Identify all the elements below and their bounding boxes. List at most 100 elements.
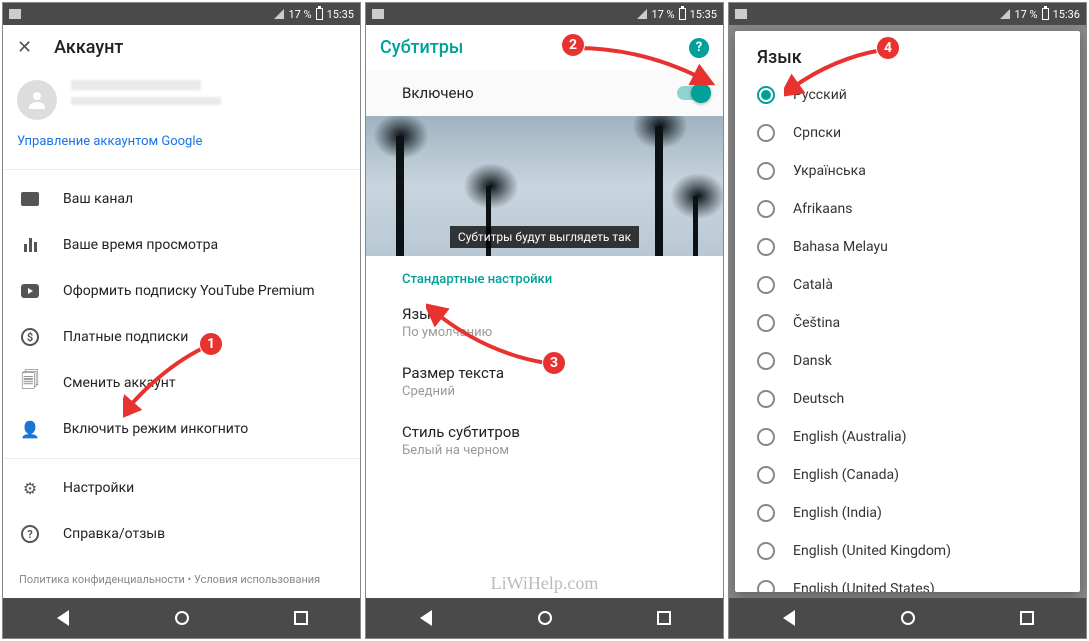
setting-title: Язык	[402, 305, 687, 323]
language-option[interactable]: Català	[735, 266, 1080, 304]
help-icon[interactable]: ?	[689, 38, 709, 58]
battery-text: 17 %	[1014, 8, 1037, 21]
setting-subtitle: Средний	[402, 384, 687, 399]
radio-icon	[757, 276, 775, 294]
menu-paid[interactable]: $ Платные подписки	[3, 314, 360, 360]
toggle-enabled-row[interactable]: Включено	[366, 70, 723, 116]
menu-help[interactable]: ? Справка/отзыв	[3, 511, 360, 557]
section-header: Стандартные настройки	[366, 256, 723, 295]
battery-icon	[316, 8, 323, 20]
nav-back-button[interactable]	[54, 609, 72, 627]
menu-switch-account[interactable]: 🗐 Сменить аккаунт	[3, 360, 360, 406]
label: Оформить подписку YouTube Premium	[63, 283, 314, 299]
page-title: Субтитры	[380, 37, 463, 58]
menu-watch-time[interactable]: Ваше время просмотра	[3, 222, 360, 268]
battery-text: 17 %	[288, 8, 311, 21]
setting-title: Стиль субтитров	[402, 423, 687, 441]
gear-icon: ⚙	[19, 477, 41, 499]
language-label: Dansk	[793, 353, 832, 369]
status-bar: 17 % 15:35	[366, 3, 723, 25]
divider	[3, 169, 360, 170]
battery-icon	[1042, 8, 1049, 20]
language-option[interactable]: Deutsch	[735, 380, 1080, 418]
clock: 15:35	[690, 8, 717, 21]
label: Платные подписки	[63, 329, 188, 345]
label: Ваше время просмотра	[63, 237, 218, 253]
language-label: English (India)	[793, 505, 882, 521]
setting-subtitle: По умолчанию	[402, 325, 687, 340]
label: Включить режим инкогнито	[63, 421, 248, 437]
nav-home-button[interactable]	[899, 609, 917, 627]
radio-icon	[757, 504, 775, 522]
language-label: Русский	[793, 87, 847, 103]
nav-bar	[366, 598, 723, 638]
status-bar: 17 % 15:36	[729, 3, 1086, 25]
nav-bar	[3, 598, 360, 638]
language-label: English (Australia)	[793, 429, 907, 445]
language-option[interactable]: English (United States)	[735, 570, 1080, 592]
menu-settings[interactable]: ⚙ Настройки	[3, 465, 360, 511]
profile-email-blurred	[71, 97, 221, 105]
phone-subtitles: 17 % 15:35 Субтитры ? Включено Субтитры …	[365, 2, 724, 639]
nav-back-button[interactable]	[417, 609, 435, 627]
language-label: Deutsch	[793, 391, 844, 407]
header: Субтитры ?	[366, 25, 723, 70]
radio-icon	[757, 86, 775, 104]
menu-your-channel[interactable]: Ваш канал	[3, 176, 360, 222]
label: Ваш канал	[63, 191, 133, 207]
setting-language[interactable]: Язык По умолчанию	[366, 295, 723, 354]
language-option[interactable]: English (United Kingdom)	[735, 532, 1080, 570]
battery-icon	[679, 8, 686, 20]
language-option[interactable]: English (Canada)	[735, 456, 1080, 494]
nav-back-button[interactable]	[780, 609, 798, 627]
language-option[interactable]: Русский	[735, 76, 1080, 114]
profile-block[interactable]	[3, 70, 360, 126]
radio-icon	[757, 542, 775, 560]
profile-name-blurred	[71, 80, 201, 90]
radio-icon	[757, 428, 775, 446]
label: Сменить аккаунт	[63, 375, 176, 391]
label: Справка/отзыв	[63, 526, 165, 542]
clock: 15:35	[327, 8, 354, 21]
language-option[interactable]: English (Australia)	[735, 418, 1080, 456]
nav-recent-button[interactable]	[1018, 609, 1036, 627]
setting-text-size[interactable]: Размер текста Средний	[366, 354, 723, 413]
footer-links[interactable]: Политика конфиденциальности • Условия ис…	[3, 561, 360, 598]
language-option[interactable]: Bahasa Melayu	[735, 228, 1080, 266]
toggle-label: Включено	[402, 84, 474, 102]
battery-text: 17 %	[651, 8, 674, 21]
language-option[interactable]: Українська	[735, 152, 1080, 190]
notification-icon	[735, 9, 747, 19]
person-box-icon	[19, 188, 41, 210]
signal-icon	[274, 9, 284, 19]
radio-icon	[757, 466, 775, 484]
incognito-icon: 👤	[19, 418, 41, 440]
divider	[3, 458, 360, 459]
notification-icon	[9, 9, 21, 19]
language-label: Українська	[793, 163, 866, 179]
switch-toggle[interactable]	[677, 86, 709, 100]
dialog-title: Язык	[735, 47, 1080, 76]
radio-icon	[757, 124, 775, 142]
nav-home-button[interactable]	[173, 609, 191, 627]
nav-recent-button[interactable]	[292, 609, 310, 627]
clock: 15:36	[1053, 8, 1080, 21]
language-option[interactable]: English (India)	[735, 494, 1080, 532]
language-option[interactable]: Čeština	[735, 304, 1080, 342]
notification-icon	[372, 9, 384, 19]
language-option[interactable]: Dansk	[735, 342, 1080, 380]
manage-google-account-link[interactable]: Управление аккаунтом Google	[3, 126, 360, 163]
menu-premium[interactable]: Оформить подписку YouTube Premium	[3, 268, 360, 314]
status-bar: 17 % 15:35	[3, 3, 360, 25]
language-option[interactable]: Afrikaans	[735, 190, 1080, 228]
language-option[interactable]: Српски	[735, 114, 1080, 152]
youtube-icon	[19, 280, 41, 302]
setting-style[interactable]: Стиль субтитров Белый на черном	[366, 413, 723, 472]
close-icon[interactable]: ✕	[17, 37, 32, 58]
nav-home-button[interactable]	[536, 609, 554, 627]
menu-incognito[interactable]: 👤 Включить режим инкогнито	[3, 406, 360, 452]
language-label: English (United States)	[793, 581, 935, 592]
nav-recent-button[interactable]	[655, 609, 673, 627]
language-label: English (Canada)	[793, 467, 899, 483]
phone-language-dialog: 17 % 15:36 Язык Русский Српски Українська A…	[728, 2, 1087, 639]
